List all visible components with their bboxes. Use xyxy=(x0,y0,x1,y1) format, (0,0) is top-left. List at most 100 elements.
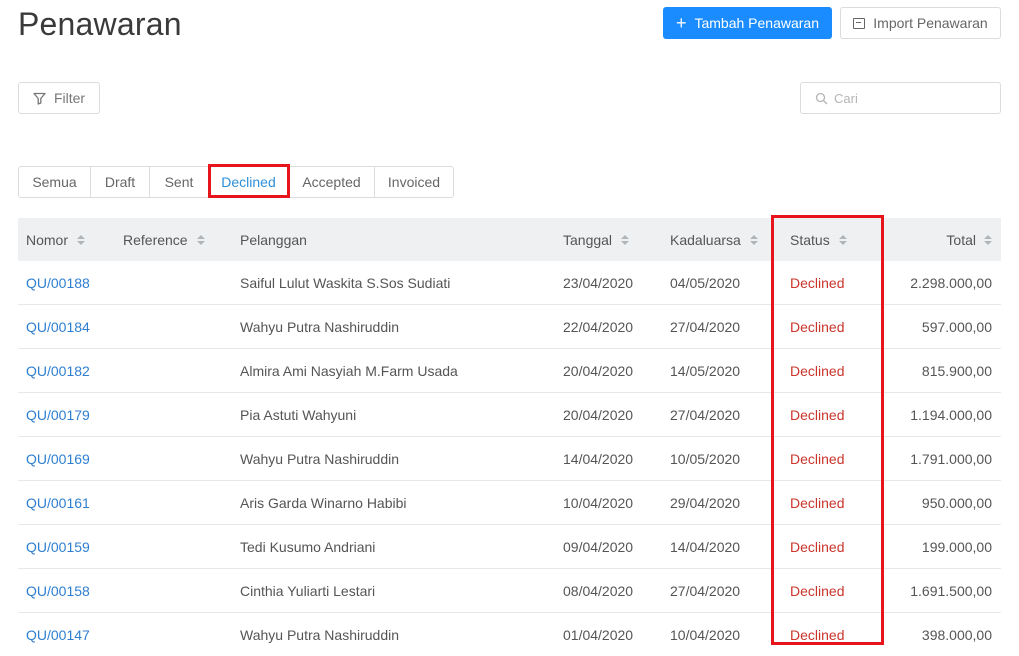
column-header-label: Kadaluarsa xyxy=(670,231,741,248)
quotation-number-link-cell: QU/00161 xyxy=(18,495,115,511)
quotation-number-link[interactable]: QU/00179 xyxy=(26,407,90,423)
quotation-number-link[interactable]: QU/00169 xyxy=(26,451,90,467)
date-cell: 01/04/2020 xyxy=(556,627,663,643)
customer-cell: Wahyu Putra Nashiruddin xyxy=(233,319,556,335)
column-header-pelanggan: Pelanggan xyxy=(233,232,556,248)
total-cell: 950.000,00 xyxy=(909,495,1001,511)
total-cell: 597.000,00 xyxy=(921,318,992,335)
import-icon xyxy=(853,17,866,29)
column-header-label: Total xyxy=(946,231,976,248)
add-quotation-button[interactable]: + Tambah Penawaran xyxy=(663,7,832,39)
customer-cell: Almira Ami Nasyiah M.Farm Usada xyxy=(240,362,458,379)
filter-label: Filter xyxy=(53,90,86,106)
total-cell: 815.900,00 xyxy=(921,362,992,379)
customer-cell: Wahyu Putra Nashiruddin xyxy=(233,627,556,643)
plus-icon: + xyxy=(675,13,687,33)
date-cell: 22/04/2020 xyxy=(563,318,634,335)
column-header-total[interactable]: Total xyxy=(909,232,1001,248)
date-cell: 08/04/2020 xyxy=(563,582,634,599)
total-cell: 2.298.000,00 xyxy=(909,275,1001,291)
tab-semua[interactable]: Semua xyxy=(19,167,91,197)
date-cell: 10/04/2020 xyxy=(563,494,634,511)
tab-invoiced[interactable]: Invoiced xyxy=(375,167,453,197)
customer-cell: Wahyu Putra Nashiruddin xyxy=(233,451,556,467)
total-cell: 597.000,00 xyxy=(909,319,1001,335)
customer-cell: Aris Garda Winarno Habibi xyxy=(233,495,556,511)
date-cell: 23/04/2020 xyxy=(563,274,634,291)
total-cell: 950.000,00 xyxy=(921,494,992,511)
column-header-label: Nomor xyxy=(26,231,69,248)
customer-cell: Saiful Lulut Waskita S.Sos Sudiati xyxy=(233,275,556,291)
date-cell: 20/04/2020 xyxy=(563,406,634,423)
customer-cell: Pia Astuti Wahyuni xyxy=(233,407,556,423)
sort-icon[interactable] xyxy=(749,234,758,245)
highlight-box-status-column xyxy=(771,215,884,645)
customer-cell: Almira Ami Nasyiah M.Farm Usada xyxy=(233,363,556,379)
date-cell: 14/04/2020 xyxy=(556,451,663,467)
expiry-cell: 27/04/2020 xyxy=(670,318,741,335)
customer-cell: Saiful Lulut Waskita S.Sos Sudiati xyxy=(240,274,451,291)
quotation-number-link-cell: QU/00158 xyxy=(18,583,115,599)
column-header-nomor[interactable]: Nomor xyxy=(18,232,115,248)
date-cell: 09/04/2020 xyxy=(563,538,634,555)
total-cell: 2.298.000,00 xyxy=(910,274,992,291)
search-input[interactable] xyxy=(834,90,984,106)
total-cell: 1.194.000,00 xyxy=(910,406,992,423)
total-cell: 398.000,00 xyxy=(909,627,1001,643)
highlight-box-declined-tab xyxy=(208,164,290,198)
expiry-cell: 04/05/2020 xyxy=(670,274,741,291)
expiry-cell: 27/04/2020 xyxy=(670,406,741,423)
customer-cell: Cinthia Yuliarti Lestari xyxy=(233,583,556,599)
quotation-number-link[interactable]: QU/00158 xyxy=(26,583,90,599)
quotation-number-link-cell: QU/00159 xyxy=(18,539,115,555)
quotation-number-link-cell: QU/00182 xyxy=(18,363,115,379)
tab-draft[interactable]: Draft xyxy=(91,167,150,197)
date-cell: 20/04/2020 xyxy=(556,407,663,423)
column-header-label: Reference xyxy=(123,231,188,248)
quotation-number-link[interactable]: QU/00184 xyxy=(26,319,90,335)
total-cell: 199.000,00 xyxy=(921,538,992,555)
expiry-cell: 10/04/2020 xyxy=(670,626,741,643)
total-cell: 1.194.000,00 xyxy=(909,407,1001,423)
sort-icon[interactable] xyxy=(984,234,992,245)
date-cell: 01/04/2020 xyxy=(563,626,634,643)
column-header-reference[interactable]: Reference xyxy=(115,232,233,248)
filter-button[interactable]: Filter xyxy=(18,82,100,114)
add-quotation-label: Tambah Penawaran xyxy=(694,15,820,31)
tab-accepted[interactable]: Accepted xyxy=(289,167,375,197)
tab-sent[interactable]: Sent xyxy=(150,167,209,197)
quotation-number-link[interactable]: QU/00147 xyxy=(26,627,90,643)
column-header-label: Tanggal xyxy=(563,231,613,248)
customer-cell: Aris Garda Winarno Habibi xyxy=(240,494,407,511)
customer-cell: Cinthia Yuliarti Lestari xyxy=(240,582,376,599)
quotation-number-link-cell: QU/00179 xyxy=(18,407,115,423)
sort-icon[interactable] xyxy=(196,234,205,245)
date-cell: 08/04/2020 xyxy=(556,583,663,599)
total-cell: 1.791.000,00 xyxy=(909,451,1001,467)
date-cell: 20/04/2020 xyxy=(556,363,663,379)
import-quotation-label: Import Penawaran xyxy=(873,15,988,31)
quotation-number-link[interactable]: QU/00188 xyxy=(26,275,90,291)
import-quotation-button[interactable]: Import Penawaran xyxy=(840,7,1001,39)
date-cell: 10/04/2020 xyxy=(556,495,663,511)
quotation-number-link[interactable]: QU/00159 xyxy=(26,539,90,555)
quotation-number-link[interactable]: QU/00182 xyxy=(26,363,90,379)
search-box[interactable] xyxy=(800,82,1001,114)
sort-icon[interactable] xyxy=(77,234,86,245)
total-cell: 1.791.000,00 xyxy=(910,450,992,467)
quotation-number-link[interactable]: QU/00161 xyxy=(26,495,90,511)
search-icon xyxy=(815,92,828,104)
expiry-cell: 14/05/2020 xyxy=(670,362,741,379)
customer-cell: Wahyu Putra Nashiruddin xyxy=(240,318,400,335)
date-cell: 09/04/2020 xyxy=(556,539,663,555)
expiry-cell: 10/05/2020 xyxy=(670,450,741,467)
quotation-number-link-cell: QU/00169 xyxy=(18,451,115,467)
quotation-number-link-cell: QU/00147 xyxy=(18,627,115,643)
customer-cell: Wahyu Putra Nashiruddin xyxy=(240,626,400,643)
total-cell: 1.691.500,00 xyxy=(910,582,992,599)
sort-icon[interactable] xyxy=(621,234,630,245)
expiry-cell: 29/04/2020 xyxy=(670,494,741,511)
column-header-tanggal[interactable]: Tanggal xyxy=(556,232,663,248)
total-cell: 199.000,00 xyxy=(909,539,1001,555)
quotation-number-link-cell: QU/00184 xyxy=(18,319,115,335)
